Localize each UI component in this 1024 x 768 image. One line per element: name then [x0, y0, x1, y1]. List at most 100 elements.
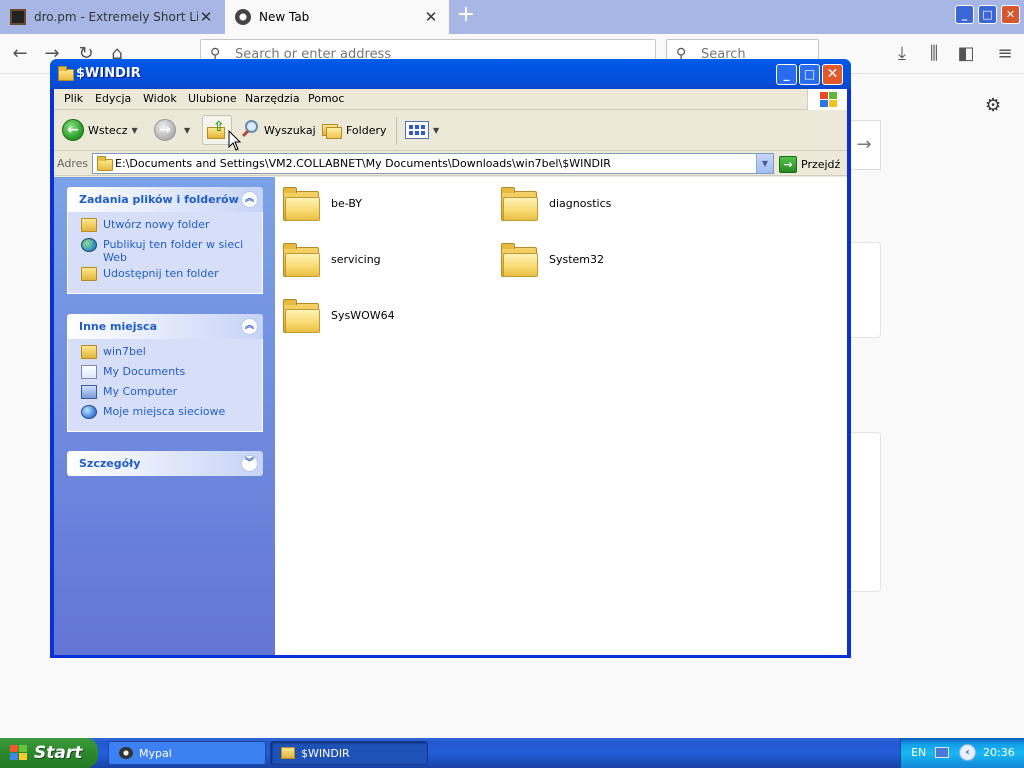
folder-name: be-BY [331, 197, 362, 210]
browser-minimize-button[interactable]: _ [955, 5, 974, 24]
address-input[interactable]: E:\Documents and Settings\VM2.COLLABNET\… [92, 153, 774, 174]
top-sites-card [848, 242, 881, 338]
place-label: My Documents [103, 365, 186, 378]
panel-header[interactable]: Szczegóły ︾ [67, 451, 263, 476]
tab-title: dro.pm - Extremely Short Links [34, 10, 198, 24]
place-my-computer[interactable]: My Computer [68, 385, 262, 405]
folder-item-servicing[interactable]: servicing [275, 239, 485, 283]
folders-button[interactable]: Foldery [322, 115, 387, 145]
search-button[interactable]: Wyszukaj [241, 115, 316, 145]
chevron-left-icon[interactable]: ‹ [959, 744, 976, 761]
folder-item-syswow64[interactable]: SysWOW64 [275, 295, 485, 339]
go-label: Przejdź [801, 157, 841, 171]
search-icon [241, 120, 261, 140]
menu-narzedzia[interactable]: Narzędzia [245, 92, 300, 105]
dro-pm-favicon-icon [10, 9, 26, 25]
library-icon[interactable]: ⫼ [922, 42, 946, 66]
explorer-title-bar[interactable]: $WINDIR _ □ ✕ [50, 59, 851, 89]
taskbar-button-mypal[interactable]: Mypal [108, 741, 266, 765]
collapse-chevron-icon[interactable]: ︽ [241, 318, 258, 335]
place-label: win7bel [103, 345, 146, 358]
start-label: Start [34, 743, 83, 763]
task-new-folder[interactable]: Utwórz nowy folder [68, 218, 262, 238]
taskbar-button-label: Mypal [139, 746, 172, 760]
windows-logo-icon [10, 745, 28, 761]
sidebar-icon[interactable]: ◧ [954, 42, 978, 66]
folder-icon [501, 187, 539, 221]
browser-close-button[interactable]: ✕ [1001, 5, 1020, 24]
views-button[interactable]: ▼ [405, 115, 439, 145]
views-icon [405, 121, 429, 139]
chevron-down-icon[interactable]: ▼ [132, 126, 138, 135]
network-places-icon [81, 405, 97, 419]
tab-dro-pm[interactable]: dro.pm - Extremely Short Links ✕ [0, 0, 224, 34]
back-arrow-icon: ← [62, 119, 84, 141]
place-network[interactable]: Moje miejsca sieciowe [68, 405, 262, 425]
maximize-button[interactable]: □ [799, 64, 820, 85]
forward-button[interactable]: → ▼ [154, 115, 190, 145]
folder-item-system32[interactable]: System32 [493, 239, 703, 283]
chevron-down-icon[interactable]: ▼ [184, 126, 190, 135]
folder-item-diagnostics[interactable]: diagnostics [493, 183, 703, 227]
window-title: $WINDIR [76, 66, 141, 81]
minimize-button[interactable]: _ [776, 64, 797, 85]
browser-maximize-button[interactable]: □ [978, 5, 997, 24]
address-path: E:\Documents and Settings\VM2.COLLABNET\… [115, 157, 611, 170]
menu-plik[interactable]: Plik [64, 92, 83, 105]
other-places-panel: Inne miejsca ︽ win7bel My Documents My C… [67, 314, 263, 432]
place-my-documents[interactable]: My Documents [68, 365, 262, 385]
details-panel: Szczegóły ︾ [67, 451, 263, 476]
task-label: Udostępnij ten folder [103, 267, 219, 280]
tab-close-icon[interactable]: ✕ [423, 8, 439, 26]
language-indicator[interactable]: EN [911, 746, 926, 759]
system-tray: EN ‹ 20:36 [900, 738, 1024, 768]
panel-header[interactable]: Zadania plików i folderów ︽ [67, 187, 263, 212]
task-publish-web[interactable]: Publikuj ten folder w sieci Web [68, 238, 262, 264]
downloads-icon[interactable]: ⤓ [890, 42, 914, 66]
gear-icon[interactable]: ⚙ [985, 95, 1001, 116]
place-label: My Computer [103, 385, 178, 398]
taskbar-button-windir[interactable]: $WINDIR [270, 741, 428, 765]
keyboard-icon[interactable] [935, 747, 949, 758]
panel-title: Szczegóły [79, 457, 141, 470]
menu-edycja[interactable]: Edycja [95, 92, 131, 105]
chevron-down-icon[interactable]: ▼ [756, 154, 773, 173]
start-button[interactable]: Start [0, 738, 98, 768]
my-documents-icon [81, 365, 97, 379]
panel-title: Inne miejsca [79, 320, 157, 333]
menu-pomoc[interactable]: Pomoc [308, 92, 344, 105]
mypal-icon [119, 747, 133, 759]
task-label: Utwórz nowy folder [103, 218, 210, 231]
taskbar-button-label: $WINDIR [301, 746, 350, 760]
folder-icon [81, 345, 97, 359]
chevron-down-icon[interactable]: ▼ [433, 126, 439, 135]
folder-item-be-by[interactable]: be-BY [275, 183, 485, 227]
tab-close-icon[interactable]: ✕ [198, 8, 214, 26]
folder-icon [283, 187, 321, 221]
back-button[interactable]: ← Wstecz ▼ [62, 115, 138, 145]
taskbar: Start Mypal $WINDIR EN ‹ 20:36 [0, 738, 1024, 768]
forward-arrow-icon: → [154, 119, 176, 141]
menu-widok[interactable]: Widok [143, 92, 177, 105]
new-tab-search-go-icon[interactable]: → [848, 120, 881, 170]
menu-icon[interactable]: ≡ [993, 42, 1017, 66]
toolbar-divider [396, 117, 397, 145]
folder-icon [58, 66, 74, 81]
panel-header[interactable]: Inne miejsca ︽ [67, 314, 263, 339]
my-computer-icon [81, 385, 97, 399]
back-arrow-icon[interactable]: ← [8, 42, 32, 66]
clock[interactable]: 20:36 [983, 746, 1015, 759]
go-button[interactable]: → Przejdź [779, 154, 840, 174]
place-win7bel[interactable]: win7bel [68, 345, 262, 365]
task-share-folder[interactable]: Udostępnij ten folder [68, 267, 262, 287]
folder-icon [281, 747, 295, 759]
expand-chevron-icon[interactable]: ︾ [241, 455, 258, 472]
publish-web-icon [81, 238, 97, 252]
new-tab-button[interactable]: + [454, 4, 478, 28]
mypal-favicon-icon [235, 9, 251, 25]
collapse-chevron-icon[interactable]: ︽ [241, 191, 258, 208]
tab-new-tab[interactable]: New Tab ✕ [225, 0, 449, 34]
close-button[interactable]: ✕ [822, 64, 843, 85]
menu-ulubione[interactable]: Ulubione [188, 92, 237, 105]
folder-name: servicing [331, 253, 381, 266]
